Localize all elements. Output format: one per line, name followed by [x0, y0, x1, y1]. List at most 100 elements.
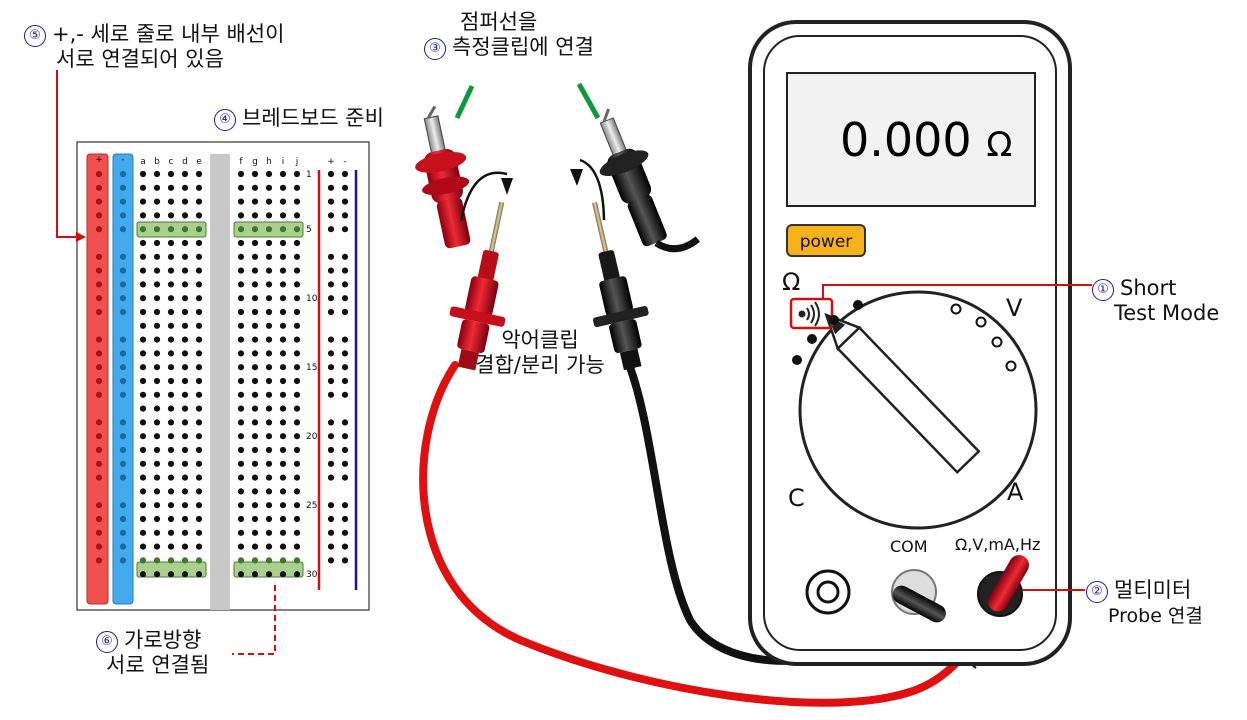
breadboard-hole — [153, 212, 161, 219]
breadboard-hole — [265, 267, 273, 274]
rail-hole — [95, 543, 103, 550]
breadboard-hole — [139, 198, 147, 205]
rail-hole — [95, 295, 103, 302]
breadboard-hole — [195, 460, 203, 467]
breadboard-hole — [293, 336, 301, 343]
breadboard-hole — [265, 571, 273, 578]
breadboard-hole — [167, 433, 175, 440]
breadboard-hole — [167, 226, 175, 233]
breadboard-hole — [181, 226, 189, 233]
rail-label: + — [327, 157, 335, 167]
rail-hole — [341, 529, 349, 536]
breadboard-hole — [293, 281, 301, 288]
breadboard-hole — [265, 170, 273, 178]
breadboard-hole — [167, 529, 175, 536]
breadboard-hole — [195, 488, 203, 495]
breadboard-hole — [237, 308, 245, 316]
breadboard-hole — [195, 308, 203, 316]
breadboard-hole — [195, 170, 203, 178]
breadboard-hole — [181, 488, 189, 495]
power-button[interactable]: power — [786, 224, 866, 257]
rail-hole — [119, 377, 127, 385]
step-number-6: ⑥ — [96, 631, 118, 653]
label-clip-line1: 악어클립 — [501, 328, 579, 352]
rail-hole — [119, 308, 127, 316]
breadboard-hole — [279, 170, 287, 178]
breadboard-hole — [195, 239, 203, 247]
rail-hole — [119, 253, 127, 260]
breadboard-hole — [251, 391, 259, 398]
rail-hole — [341, 308, 349, 316]
rail-label: - — [121, 155, 124, 165]
display-reading: 0.000 Ω — [840, 112, 1012, 173]
rail-hole — [95, 364, 103, 371]
rail-hole — [327, 184, 335, 191]
breadboard-hole — [153, 198, 161, 205]
breadboard-hole — [181, 295, 189, 302]
rail-hole — [327, 529, 335, 536]
rail-hole — [341, 198, 349, 205]
rail-hole — [119, 184, 127, 191]
step-number-5: ⑤ — [24, 25, 46, 47]
breadboard-hole — [195, 557, 203, 564]
breadboard-hole — [153, 184, 161, 191]
breadboard-hole — [181, 515, 189, 523]
breadboard-hole — [139, 350, 147, 357]
breadboard-hole — [293, 515, 301, 523]
rail-hole — [341, 253, 349, 260]
column-label: c — [169, 157, 174, 167]
rail-label: - — [343, 157, 346, 167]
rail-hole — [119, 502, 127, 509]
breadboard-hole — [167, 253, 175, 260]
rail-hole — [327, 281, 335, 288]
breadboard-hole — [237, 170, 245, 178]
step-number-2: ② — [1086, 581, 1108, 603]
breadboard-hole — [265, 446, 273, 454]
breadboard-hole — [237, 253, 245, 260]
breadboard-hole — [251, 281, 259, 288]
breadboard-hole — [279, 571, 287, 578]
breadboard-hole — [265, 474, 273, 481]
breadboard-hole — [181, 239, 189, 247]
breadboard: a b c d e f g h i j+ - + -151015202530 — [76, 141, 370, 611]
jumper-wire-left — [454, 84, 475, 120]
breadboard-hole — [237, 419, 245, 426]
breadboard-hole — [237, 267, 245, 274]
rail-hole — [341, 295, 349, 302]
breadboard-hole — [293, 377, 301, 385]
rail-hole — [327, 295, 335, 302]
rail-hole — [341, 267, 349, 274]
breadboard-hole — [265, 239, 273, 247]
column-label: i — [282, 157, 285, 167]
breadboard-hole — [153, 295, 161, 302]
breadboard-hole — [167, 405, 175, 412]
breadboard-hole — [293, 350, 301, 357]
breadboard-hole — [195, 336, 203, 343]
breadboard-hole — [195, 419, 203, 426]
rail-hole — [327, 446, 335, 454]
rail-hole — [327, 391, 335, 398]
breadboard-hole — [265, 433, 273, 440]
label-1-line2: Test Mode — [1114, 301, 1220, 325]
breadboard-hole — [139, 322, 147, 329]
rail-hole — [327, 419, 335, 426]
breadboard-hole — [139, 543, 147, 550]
column-label: b — [154, 157, 160, 167]
attach-arrow-right — [579, 158, 606, 221]
breadboard-hole — [237, 226, 245, 233]
breadboard-hole — [139, 488, 147, 495]
breadboard-hole — [251, 474, 259, 481]
breadboard-hole — [153, 391, 161, 398]
breadboard-hole — [181, 267, 189, 274]
breadboard-hole — [139, 433, 147, 440]
rail-hole — [327, 267, 335, 274]
breadboard-hole — [181, 419, 189, 426]
rail-hole — [327, 226, 335, 233]
rail-hole — [327, 198, 335, 205]
breadboard-hole — [279, 433, 287, 440]
breadboard-hole — [237, 515, 245, 523]
breadboard-hole — [153, 502, 161, 509]
rail-hole — [327, 350, 335, 357]
rail-hole — [327, 253, 335, 260]
rail-hole — [341, 419, 349, 426]
